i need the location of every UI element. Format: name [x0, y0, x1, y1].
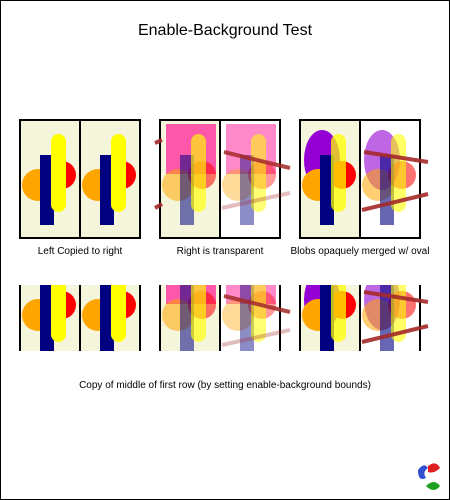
group-left-copied: [19, 119, 141, 239]
yellow-pill: [331, 134, 346, 212]
group-right-transparent: [154, 119, 291, 239]
yellow-pill: [51, 285, 66, 342]
yellow-pill: [111, 134, 126, 212]
caption-blobs-merged: Blobs opaquely merged w/ oval: [290, 246, 430, 257]
yellow-pill: [191, 134, 206, 212]
row2-group-left: [19, 285, 141, 351]
svg-logo-icon: [418, 463, 440, 490]
caption-left-copied: Left Copied to right: [37, 246, 123, 257]
caption-row2: Copy of middle of first row (by setting …: [79, 380, 371, 391]
row1: [19, 119, 429, 239]
caption-right-transparent: Right is transparent: [176, 246, 264, 257]
group-blobs-merged: [299, 119, 429, 239]
yellow-pill: [111, 285, 126, 342]
row2: [19, 285, 429, 351]
yellow-pill: [51, 134, 66, 212]
yellow-pill: [331, 285, 346, 342]
row2-group-middle: [159, 285, 291, 351]
diagonal-stroke: [154, 138, 163, 145]
yellow-pill: [191, 285, 206, 342]
row2-group-right: [299, 285, 429, 351]
